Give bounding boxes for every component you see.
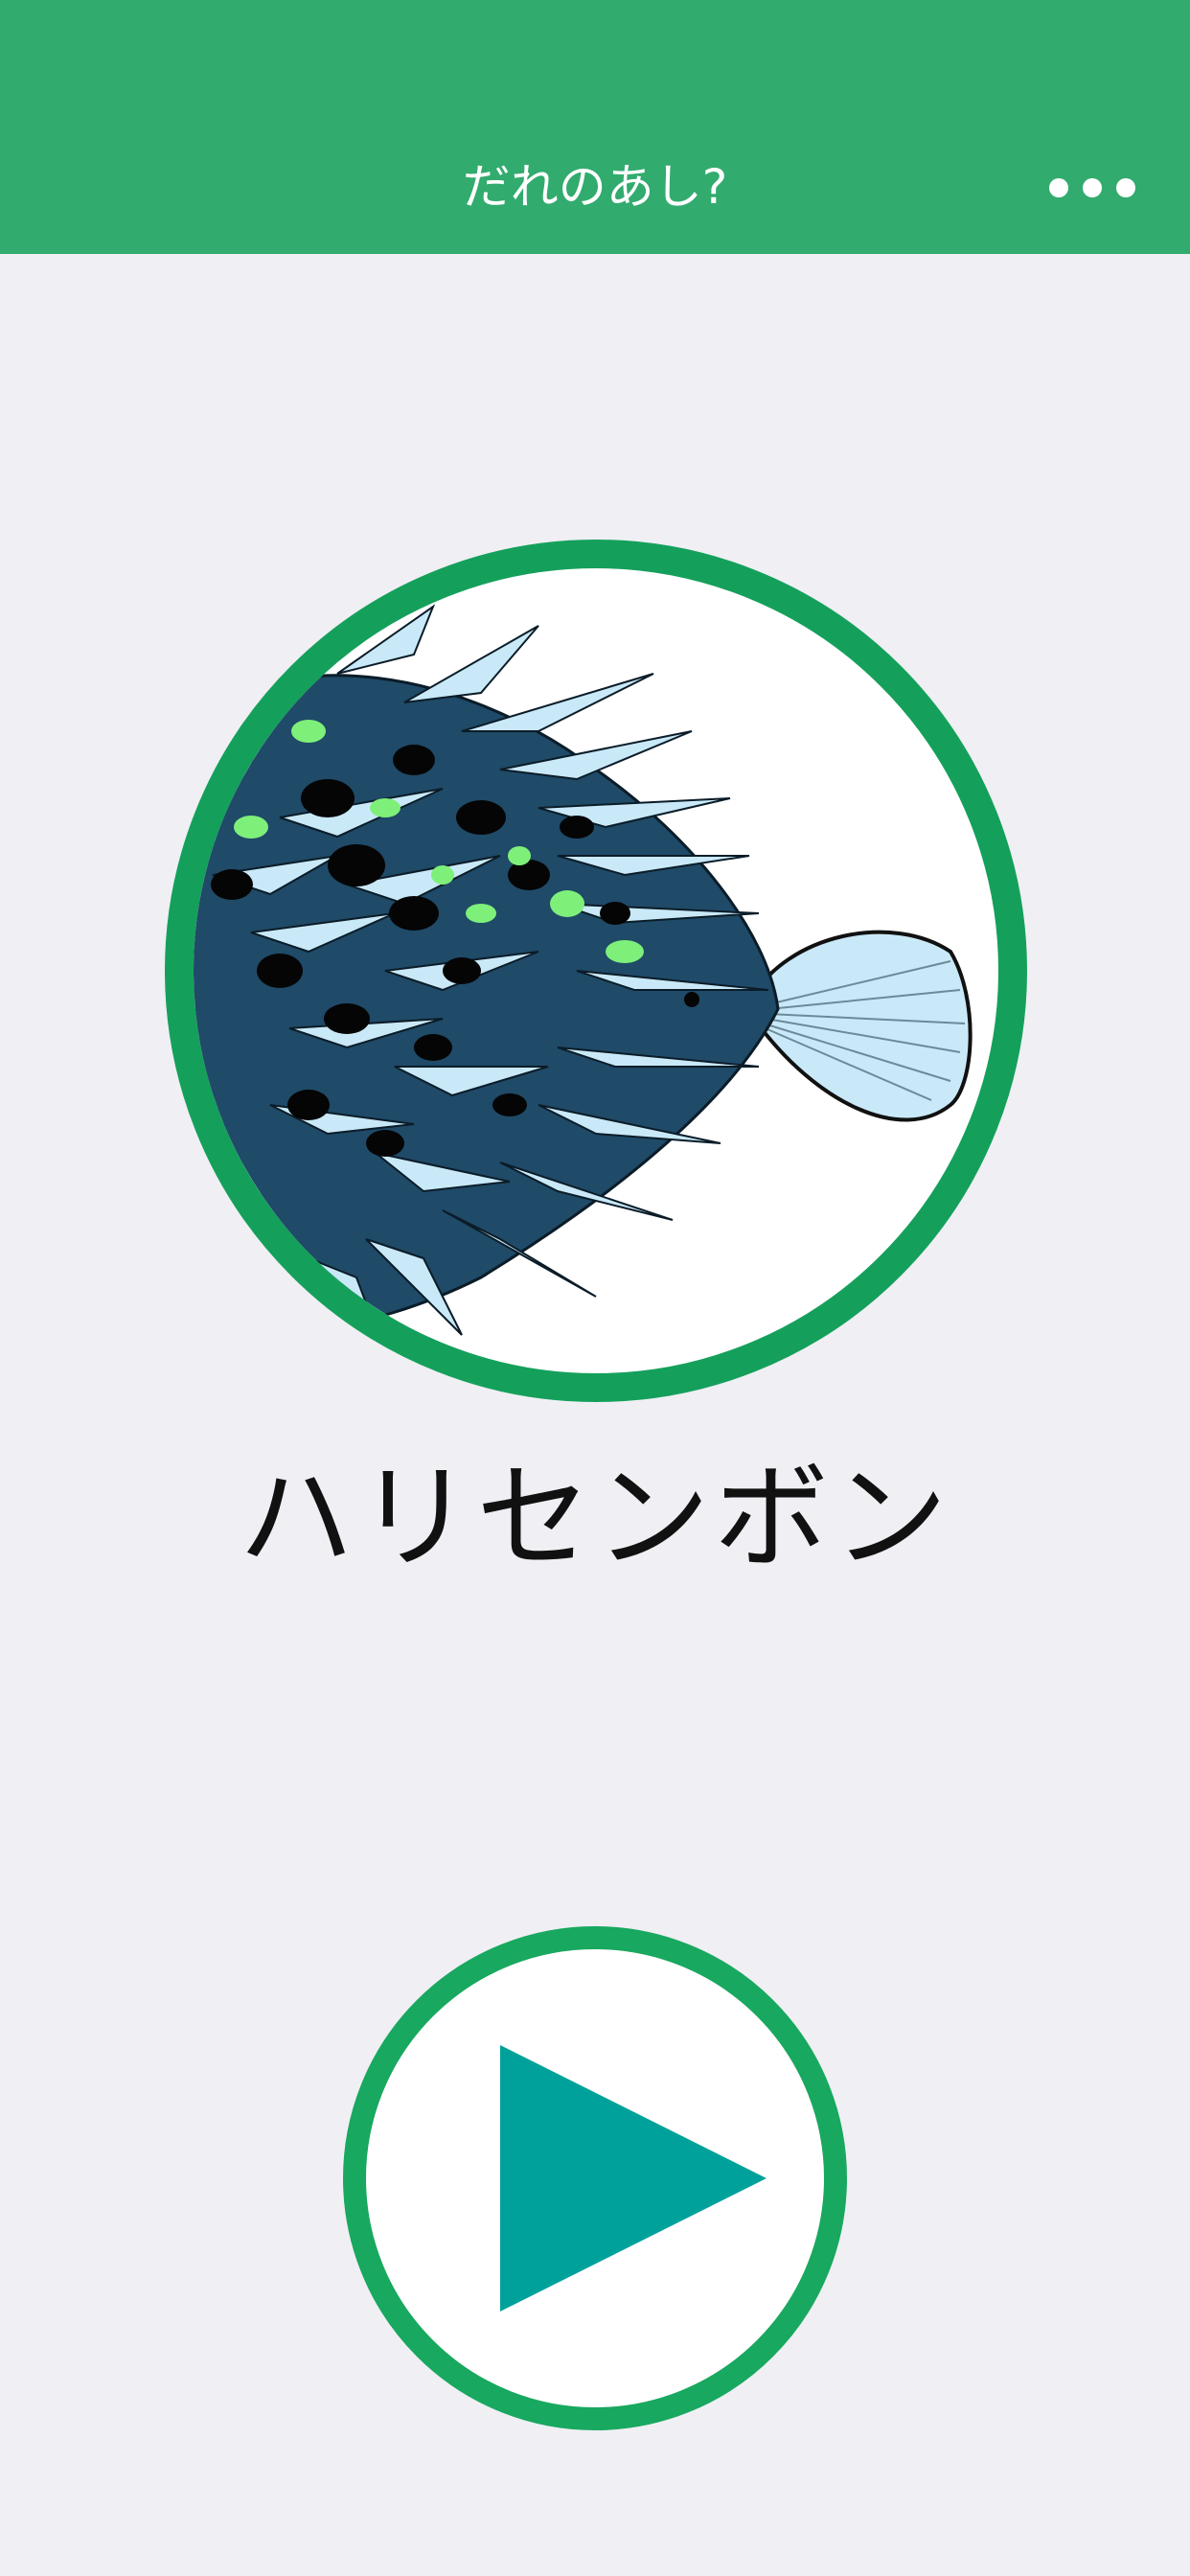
more-dot <box>1116 178 1135 197</box>
play-button[interactable] <box>343 1926 847 2430</box>
animal-illustration-frame <box>165 540 1027 1402</box>
porcupinefish-illustration <box>194 604 973 1355</box>
more-dot <box>1083 178 1102 197</box>
more-options-button[interactable] <box>1049 163 1135 213</box>
page-title: だれのあし? <box>462 159 728 215</box>
play-icon <box>500 2045 767 2312</box>
app-header: だれのあし? <box>0 0 1190 254</box>
more-horizontal-icon <box>1049 178 1068 197</box>
animal-name: ハリセンボン <box>239 1452 951 1585</box>
